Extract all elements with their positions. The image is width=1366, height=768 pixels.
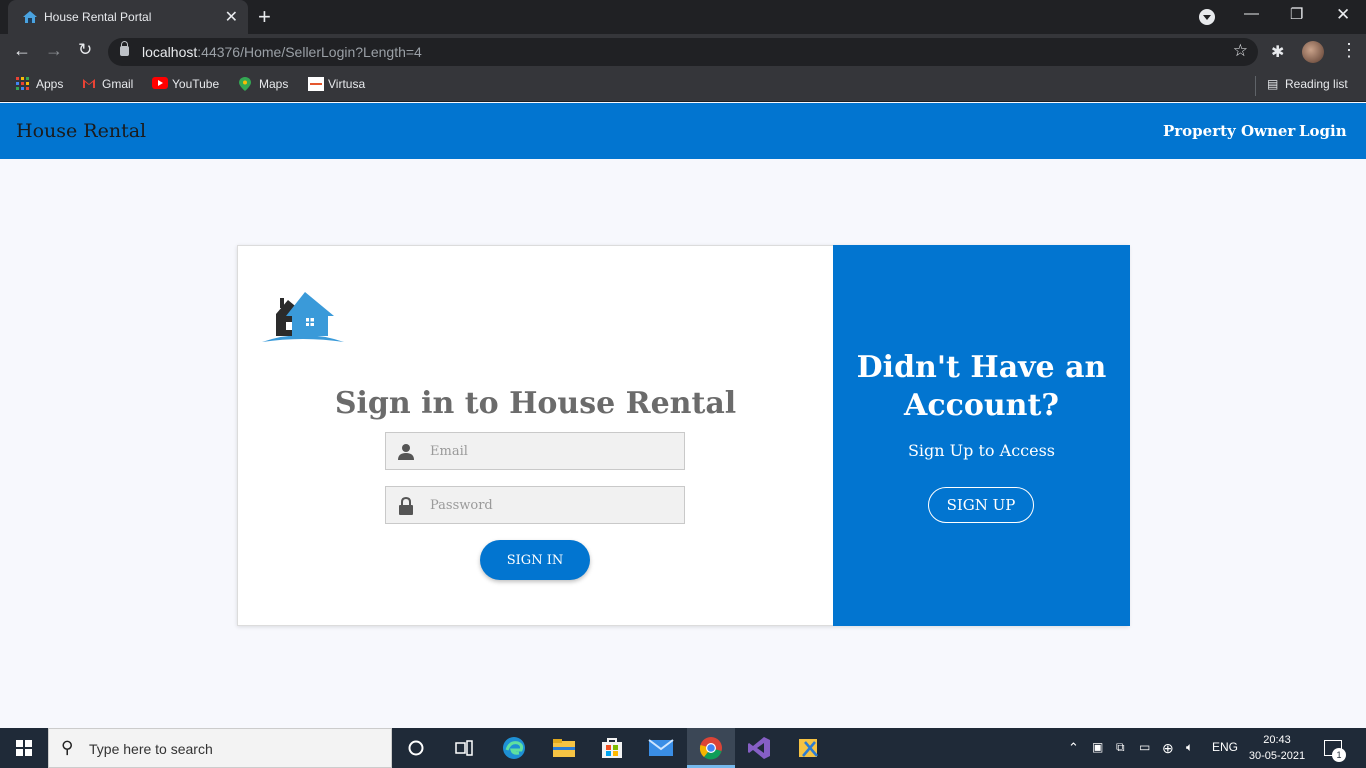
signin-button[interactable]: SIGN IN bbox=[480, 540, 590, 580]
snipping-tool-icon[interactable] bbox=[796, 736, 822, 760]
search-icon: ⚲ bbox=[61, 738, 74, 757]
profile-avatar[interactable] bbox=[1302, 41, 1324, 63]
bookmark-gmail[interactable]: Gmail bbox=[82, 77, 133, 91]
clock-time: 20:43 bbox=[1263, 734, 1291, 746]
house-favicon-icon bbox=[23, 11, 37, 23]
signup-pane: Didn't Have an Account? Sign Up to Acces… bbox=[833, 245, 1130, 626]
lock-icon bbox=[399, 497, 413, 515]
bookmark-virtusa[interactable]: Virtusa bbox=[308, 77, 365, 91]
bookmark-maps[interactable]: Maps bbox=[239, 77, 288, 91]
signup-heading: Didn't Have an Account? bbox=[833, 349, 1130, 425]
password-field[interactable] bbox=[385, 486, 685, 524]
password-input[interactable] bbox=[430, 487, 680, 523]
bookmark-label: Virtusa bbox=[328, 77, 366, 91]
bookmark-label: Apps bbox=[36, 77, 64, 91]
signup-heading-line2: Account? bbox=[904, 388, 1059, 423]
browser-tabstrip: House Rental Portal ✕ + — ❐ ✕ bbox=[0, 0, 1366, 34]
signup-button[interactable]: SIGN UP bbox=[928, 487, 1034, 523]
lock-icon bbox=[120, 41, 129, 56]
signin-heading: Sign in to House Rental bbox=[334, 386, 737, 421]
gmail-icon bbox=[82, 77, 96, 91]
house-logo-icon bbox=[262, 292, 344, 342]
maps-pin-icon bbox=[239, 77, 253, 91]
reading-list-icon: ▤ bbox=[1267, 77, 1279, 91]
browser-tab[interactable]: House Rental Portal ✕ bbox=[8, 0, 248, 34]
reading-list-button[interactable]: ▤ Reading list bbox=[1267, 77, 1348, 91]
signup-subtitle: Sign Up to Access bbox=[907, 441, 1056, 460]
bookmark-label: Gmail bbox=[102, 77, 134, 91]
email-field[interactable] bbox=[385, 432, 685, 470]
bookmarks-divider bbox=[1255, 76, 1256, 96]
bookmark-label: Maps bbox=[259, 77, 289, 91]
address-bar[interactable]: localhost:44376/Home/SellerLogin?Length=… bbox=[108, 38, 1258, 66]
cortana-icon[interactable] bbox=[403, 736, 429, 760]
chrome-icon[interactable] bbox=[698, 736, 724, 760]
network-globe-icon[interactable]: ⊕ bbox=[1162, 740, 1174, 757]
bookmark-star-icon[interactable]: ☆ bbox=[1233, 41, 1248, 61]
back-icon[interactable]: ← bbox=[13, 40, 31, 61]
signin-pane: Sign in to House Rental SIGN IN bbox=[238, 246, 833, 625]
meet-now-icon[interactable]: ▣ bbox=[1092, 740, 1103, 754]
restore-icon[interactable]: ❐ bbox=[1290, 5, 1303, 23]
reading-list-label: Reading list bbox=[1285, 77, 1348, 91]
bookmarks-bar: Apps Gmail YouTube Maps Virtusa ▤ Readin… bbox=[0, 70, 1366, 102]
edge-browser-icon[interactable] bbox=[501, 736, 527, 760]
visual-studio-icon[interactable] bbox=[746, 736, 772, 760]
reload-icon[interactable]: ↻ bbox=[78, 40, 92, 60]
tab-title: House Rental Portal bbox=[44, 10, 152, 24]
file-explorer-icon[interactable] bbox=[551, 736, 577, 760]
task-view-icon[interactable] bbox=[451, 736, 477, 760]
remote-desktop-icon[interactable]: ⧉ bbox=[1116, 740, 1125, 755]
minimize-icon[interactable]: — bbox=[1244, 5, 1259, 22]
show-hidden-icons[interactable]: ⌃ bbox=[1068, 740, 1079, 756]
url-text[interactable]: localhost:44376/Home/SellerLogin?Length=… bbox=[142, 44, 422, 60]
nav-link-login[interactable]: Login bbox=[1299, 122, 1347, 140]
extensions-icon[interactable]: ✱ bbox=[1271, 42, 1284, 62]
volume-icon[interactable]: 🔈︎ bbox=[1186, 740, 1193, 755]
nav-link-property-owner[interactable]: Property Owner bbox=[1163, 122, 1295, 140]
browser-toolbar: ← → ↻ localhost:44376/Home/SellerLogin?L… bbox=[0, 34, 1366, 70]
taskbar-search-box[interactable]: ⚲ Type here to search bbox=[48, 728, 392, 768]
apps-grid-icon bbox=[16, 77, 30, 91]
app-navbar: House Rental Property Owner Login bbox=[0, 103, 1366, 159]
signup-heading-line1: Didn't Have an bbox=[856, 350, 1107, 385]
bookmark-youtube[interactable]: YouTube bbox=[152, 77, 219, 91]
language-indicator[interactable]: ENG bbox=[1212, 740, 1238, 754]
close-tab-icon[interactable]: ✕ bbox=[225, 7, 238, 27]
bookmark-apps[interactable]: Apps bbox=[16, 77, 63, 91]
youtube-icon bbox=[152, 77, 168, 91]
windows-taskbar: ⚲ Type here to search ⌃ ▣ ⧉ ▭ ⊕ 🔈︎ ENG 2… bbox=[0, 728, 1366, 768]
notification-badge: 1 bbox=[1332, 748, 1346, 762]
microsoft-store-icon[interactable] bbox=[599, 736, 625, 760]
menu-kebab-icon[interactable]: ⋮ bbox=[1340, 40, 1358, 61]
forward-icon[interactable]: → bbox=[45, 40, 63, 61]
email-input[interactable] bbox=[430, 433, 680, 469]
bookmark-label: YouTube bbox=[172, 77, 220, 91]
login-card: Sign in to House Rental SIGN IN Didn't H… bbox=[237, 245, 1130, 626]
virtusa-icon bbox=[308, 77, 324, 91]
battery-icon[interactable]: ▭ bbox=[1139, 740, 1150, 754]
taskbar-clock[interactable]: 20:43 30-05-2021 bbox=[1248, 732, 1306, 764]
mail-icon[interactable] bbox=[648, 736, 674, 760]
user-icon bbox=[398, 444, 414, 460]
close-window-icon[interactable]: ✕ bbox=[1336, 5, 1350, 25]
taskbar-search-placeholder: Type here to search bbox=[89, 741, 213, 757]
brand-link[interactable]: House Rental bbox=[16, 120, 146, 142]
windows-start-icon[interactable] bbox=[16, 740, 32, 756]
clock-date: 30-05-2021 bbox=[1248, 750, 1306, 762]
new-tab-button[interactable]: + bbox=[258, 4, 271, 30]
tab-search-icon[interactable] bbox=[1199, 9, 1215, 25]
